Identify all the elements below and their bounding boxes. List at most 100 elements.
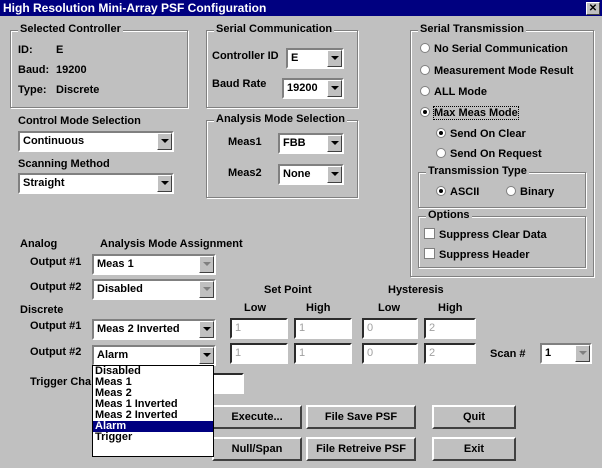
meas1-label: Meas1 xyxy=(228,136,262,148)
controller-id-label: Controller ID xyxy=(212,50,279,62)
radio-selected-icon xyxy=(436,128,446,138)
out1-sp-low-input[interactable]: 1 xyxy=(230,318,288,339)
baud-value: 19200 xyxy=(56,64,87,76)
quit-button[interactable]: Quit xyxy=(432,405,516,429)
sp-low-label: Low xyxy=(244,302,266,314)
radio-icon xyxy=(436,148,446,158)
chevron-down-icon[interactable] xyxy=(327,135,342,152)
scanning-method-value: Straight xyxy=(23,177,65,189)
chevron-down-icon[interactable] xyxy=(199,347,214,364)
baud-label: Baud: xyxy=(18,64,50,76)
radio-selected-icon xyxy=(436,186,446,196)
out2-hy-low-input[interactable]: 0 xyxy=(362,343,418,364)
hy-low-label: Low xyxy=(378,302,400,314)
scanning-method-select[interactable]: Straight xyxy=(18,173,174,194)
chevron-down-icon[interactable] xyxy=(199,281,214,298)
scan-label: Scan # xyxy=(490,348,526,360)
radio-icon xyxy=(420,43,430,53)
radio-binary[interactable]: Binary xyxy=(506,185,554,199)
analog-output2-select[interactable]: Disabled xyxy=(92,279,216,300)
id-label: ID: xyxy=(18,44,33,56)
out2-sp-high-input[interactable]: 1 xyxy=(294,343,352,364)
radio-max-meas-mode[interactable]: Max Meas Mode xyxy=(420,106,519,120)
analog-output1-value: Meas 1 xyxy=(97,258,134,270)
discrete-output1-label: Output #1 xyxy=(30,320,82,332)
checkbox-icon xyxy=(424,228,435,239)
serial-comm-title: Serial Communication xyxy=(214,23,335,36)
radio-label: Measurement Mode Result xyxy=(434,65,574,77)
config-window: High Resolution Mini-Array PSF Configura… xyxy=(0,0,602,468)
discrete-output2-value: Alarm xyxy=(97,349,129,361)
radio-label: Binary xyxy=(520,186,555,198)
transmission-type-title: Transmission Type xyxy=(426,165,529,178)
type-label: Type: xyxy=(18,84,47,96)
analysis-mode-title: Analysis Mode Selection xyxy=(214,113,347,126)
file-save-psf-button[interactable]: File Save PSF xyxy=(306,405,416,429)
chevron-down-icon[interactable] xyxy=(327,166,342,183)
hy-high-label: High xyxy=(438,302,463,314)
discrete-output1-value: Meas 2 Inverted xyxy=(97,323,180,335)
out1-hy-low-input[interactable]: 0 xyxy=(362,318,418,339)
serial-transmission-title: Serial Transmission xyxy=(418,23,526,36)
baud-rate-select[interactable]: 19200 xyxy=(282,78,344,99)
discrete-output2-select[interactable]: Alarm xyxy=(92,345,216,366)
radio-no-serial[interactable]: No Serial Communication xyxy=(420,42,568,56)
out2-sp-low-input[interactable]: 1 xyxy=(230,343,288,364)
file-retrieve-psf-button[interactable]: File Retreive PSF xyxy=(306,437,416,461)
radio-label: No Serial Communication xyxy=(434,43,568,55)
exit-button[interactable]: Exit xyxy=(432,437,516,461)
control-mode-select[interactable]: Continuous xyxy=(18,131,174,152)
checkbox-icon xyxy=(424,248,435,259)
discrete-output1-select[interactable]: Meas 2 Inverted xyxy=(92,319,216,340)
null-span-button[interactable]: Null/Span xyxy=(212,437,302,461)
radio-send-on-clear[interactable]: Send On Clear xyxy=(436,127,526,141)
analog-output1-select[interactable]: Meas 1 xyxy=(92,254,216,275)
checkbox-label: Suppress Clear Data xyxy=(439,229,547,241)
analog-label: Analog xyxy=(20,238,58,250)
suppress-header-checkbox[interactable]: Suppress Header xyxy=(424,248,529,262)
meas1-select[interactable]: FBB xyxy=(278,133,344,154)
baud-rate-value: 19200 xyxy=(287,82,318,94)
analog-output2-value: Disabled xyxy=(97,283,143,295)
close-icon: ✕ xyxy=(588,3,598,14)
assignment-label: Analysis Mode Assignment xyxy=(100,238,243,250)
chevron-down-icon[interactable] xyxy=(327,50,342,67)
trigger-channel-label: Trigger Cha xyxy=(30,376,92,388)
meas2-select[interactable]: None xyxy=(278,164,344,185)
hysteresis-label: Hysteresis xyxy=(388,284,444,296)
meas2-label: Meas2 xyxy=(228,167,262,179)
close-button[interactable]: ✕ xyxy=(586,2,600,15)
out1-hy-high-input[interactable]: 2 xyxy=(424,318,476,339)
chevron-down-icon[interactable] xyxy=(199,256,214,273)
radio-measurement-mode[interactable]: Measurement Mode Result xyxy=(420,64,573,78)
chevron-down-icon[interactable] xyxy=(157,133,172,150)
radio-ascii[interactable]: ASCII xyxy=(436,185,479,199)
radio-all-mode[interactable]: ALL Mode xyxy=(420,85,487,99)
type-value: Discrete xyxy=(56,84,100,96)
checkbox-label: Suppress Header xyxy=(439,249,530,261)
scan-select[interactable]: 1 xyxy=(540,343,592,364)
out1-sp-high-input[interactable]: 1 xyxy=(294,318,352,339)
window-title: High Resolution Mini-Array PSF Configura… xyxy=(3,1,267,15)
controller-id-select[interactable]: E xyxy=(286,48,344,69)
chevron-down-icon[interactable] xyxy=(157,175,172,192)
radio-icon xyxy=(506,186,516,196)
suppress-clear-checkbox[interactable]: Suppress Clear Data xyxy=(424,228,547,242)
output2-dropdown-list[interactable]: Disabled Meas 1 Meas 2 Meas 1 Inverted M… xyxy=(92,365,214,457)
dropdown-option[interactable]: Trigger xyxy=(93,432,213,443)
execute-button[interactable]: Execute... xyxy=(212,405,302,429)
discrete-output2-label: Output #2 xyxy=(30,346,82,358)
radio-send-on-request[interactable]: Send On Request xyxy=(436,147,542,161)
chevron-down-icon[interactable] xyxy=(327,80,342,97)
radio-label: ALL Mode xyxy=(434,86,487,98)
title-bar: High Resolution Mini-Array PSF Configura… xyxy=(0,0,602,16)
id-value: E xyxy=(56,44,64,56)
trigger-channel-input[interactable] xyxy=(212,373,244,394)
options-title: Options xyxy=(426,209,472,222)
control-mode-value: Continuous xyxy=(23,135,85,147)
chevron-down-icon[interactable] xyxy=(199,321,214,338)
chevron-down-icon[interactable] xyxy=(575,345,590,362)
scanning-method-label: Scanning Method xyxy=(18,158,110,170)
scan-value: 1 xyxy=(545,347,552,359)
out2-hy-high-input[interactable]: 2 xyxy=(424,343,476,364)
